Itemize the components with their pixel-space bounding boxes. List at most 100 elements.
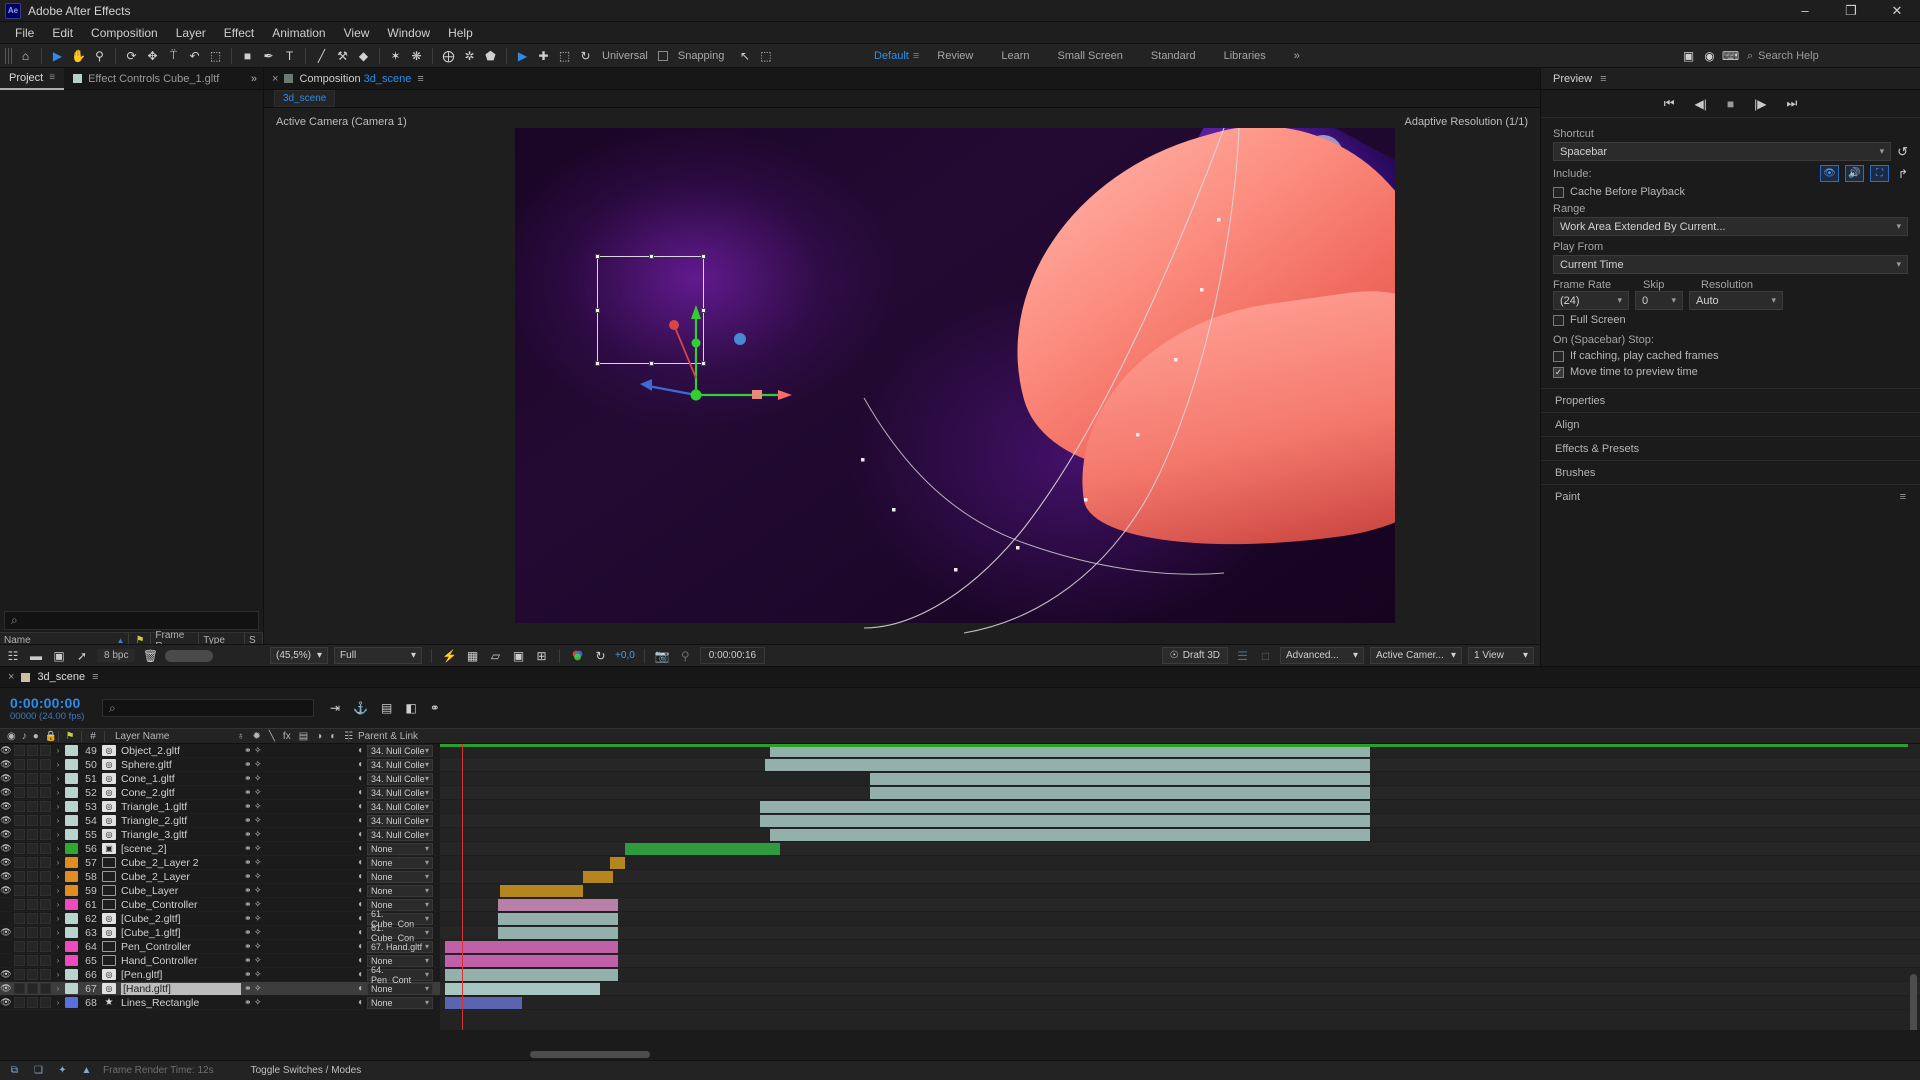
parent-select[interactable]: None ▾ [367,996,434,1009]
layer-switches[interactable]: ⚭ ✧ [241,857,353,868]
layer-lock-toggle[interactable] [40,815,51,826]
layer-lock-toggle[interactable] [40,997,51,1008]
layer-duration-bar[interactable] [765,759,1370,771]
layer-row[interactable]: › 64 Pen_Controller ⚭ ✧ ◖ 67. Hand.gltf ▾ [0,940,440,954]
layer-expand-arrow-icon[interactable]: › [51,844,65,853]
layer-switches[interactable]: ⚭ ✧ [241,997,353,1008]
layer-audio-toggle[interactable] [14,969,25,980]
layer-switches-icon[interactable]: ❑ [31,1063,46,1078]
parent-select[interactable]: 34. Null Colle ▾ [367,772,434,785]
pick-whip-icon[interactable]: ◖ [357,857,363,868]
layer-audio-toggle[interactable] [14,955,25,966]
layer-duration-bar[interactable] [625,843,780,855]
layer-audio-toggle[interactable] [14,927,25,938]
layer-label-color[interactable] [65,969,78,980]
layer-visibility-toggle[interactable]: 👁 [0,745,12,756]
layer-visibility-toggle[interactable]: 👁 [0,787,12,798]
play-from-select[interactable]: Current Time ▾ [1553,255,1908,274]
pick-whip-icon[interactable]: ◖ [357,941,363,952]
layer-row[interactable]: 👁 › 49 ◎ Object_2.gltf ⚭ ✧ ◖ 34. Null Colle ▾ [0,744,440,758]
include-video-button[interactable]: 👁 [1819,165,1839,182]
exposure-value[interactable]: +0,0 [615,650,635,661]
pick-whip-icon[interactable]: ◖ [357,773,363,784]
layer-switches[interactable]: ⚭ ✧ [241,871,353,882]
layer-audio-toggle[interactable] [14,885,25,896]
composition-mini-flowchart-icon[interactable]: ⇥ [330,701,340,715]
layer-lock-toggle[interactable] [40,773,51,784]
layer-name[interactable]: Cube_2_Layer [121,871,241,883]
track-row[interactable] [440,954,1920,968]
brush-tool-icon[interactable]: ╱ [311,45,332,66]
layer-visibility-toggle[interactable]: 👁 [0,983,12,994]
layer-expand-arrow-icon[interactable]: › [51,914,65,923]
layer-switches[interactable]: ⚭ ✧ [241,787,353,798]
layer-parent-link[interactable]: ◖ None ▾ [353,870,434,883]
toggle-view-layout-icon[interactable]: ☰ [1234,647,1251,664]
layer-switches[interactable]: ⚭ ✧ [241,843,353,854]
layer-label-color[interactable] [65,857,78,868]
layer-lock-toggle[interactable] [40,941,51,952]
layer-duration-bar[interactable] [610,857,625,869]
layer-list[interactable]: 👁 › 49 ◎ Object_2.gltf ⚭ ✧ ◖ 34. Null Colle ▾ 👁 › 5… [0,744,440,1030]
layer-name[interactable]: [Cube_2.gltf] [121,913,241,925]
track-row[interactable] [440,968,1920,982]
layer-parent-link[interactable]: ◖ 34. Null Colle ▾ [353,786,434,799]
graph-editor-icon[interactable]: ⚭ [430,701,440,715]
range-select[interactable]: Work Area Extended By Current... ▾ [1553,217,1908,236]
layer-solo-toggle[interactable] [27,843,38,854]
layer-visibility-toggle[interactable]: 👁 [0,885,12,896]
layer-duration-bar[interactable] [760,801,1370,813]
layer-duration-bar[interactable] [498,913,618,925]
layer-visibility-toggle[interactable]: 👁 [0,997,12,1008]
layer-label-color[interactable] [65,801,78,812]
track-row[interactable] [440,982,1920,996]
camera-view-select[interactable]: Active Camer... ▾ [1370,647,1462,664]
layer-solo-toggle[interactable] [27,815,38,826]
layer-name[interactable]: [Pen.gltf] [121,969,241,981]
snapshot-camera-icon[interactable]: 📷 [654,647,671,664]
selection-handle-top-mid[interactable] [648,254,654,259]
layer-expand-arrow-icon[interactable]: › [51,788,65,797]
layer-name[interactable]: Cone_2.gltf [121,787,241,799]
layer-audio-toggle[interactable] [14,843,25,854]
layer-solo-toggle[interactable] [27,941,38,952]
pick-whip-icon[interactable]: ◖ [357,815,363,826]
layer-solo-toggle[interactable] [27,983,38,994]
anchor-point-tool-icon[interactable]: ⍡ [163,45,184,66]
parent-select[interactable]: 34. Null Colle ▾ [367,744,434,757]
panel-overflow-icon[interactable]: » [251,73,257,85]
draft-3d-button[interactable]: ☉ Draft 3D [1161,647,1228,664]
cache-before-playback-checkbox[interactable]: Cache Before Playback [1553,186,1908,198]
layer-audio-toggle[interactable] [14,871,25,882]
workspace-libraries[interactable]: Libraries [1210,44,1280,68]
toggle-switches-modes-button[interactable]: Toggle Switches / Modes [251,1065,362,1076]
pick-whip-icon[interactable]: ◖ [357,843,363,854]
layer-expand-arrow-icon[interactable]: › [51,830,65,839]
parent-select[interactable]: 67. Hand.gltf ▾ [367,940,434,953]
menu-composition[interactable]: Composition [82,24,167,42]
layer-lock-toggle[interactable] [40,955,51,966]
selection-handle-mid-left[interactable] [595,308,600,313]
layer-parent-link[interactable]: ◖ 34. Null Colle ▾ [353,744,434,757]
layer-label-color[interactable] [65,983,78,994]
pick-whip-icon[interactable]: ◖ [357,997,363,1008]
track-row[interactable] [440,996,1920,1010]
layer-switches[interactable]: ⚭ ✧ [241,773,353,784]
interpret-footage-icon[interactable]: ☷ [5,648,21,664]
layer-row[interactable]: 👁 › 66 ◎ [Pen.gltf] ⚭ ✧ ◖ 64. Pen_Cont ▾ [0,965,440,985]
layer-duration-bar[interactable] [760,815,1370,827]
layer-duration-bar[interactable] [498,927,618,939]
layer-lock-toggle[interactable] [40,787,51,798]
track-row[interactable] [440,828,1920,842]
layer-name[interactable]: [Hand.gltf] [121,982,241,995]
layer-row[interactable]: 👁 › 68 ★ Lines_Rectangle ⚭ ✧ ◖ None ▾ [0,996,440,1010]
layer-solo-toggle[interactable] [27,913,38,924]
minimize-button[interactable]: – [1782,0,1828,21]
region-of-interest-icon[interactable]: ▣ [510,647,527,664]
camera-icon[interactable]: ▣ [1678,46,1699,67]
layer-audio-toggle[interactable] [14,857,25,868]
layer-lock-toggle[interactable] [40,927,51,938]
parent-select[interactable]: None ▾ [367,842,434,855]
bounding-box-icon[interactable]: ⬚ [755,45,776,66]
layer-parent-link[interactable]: ◖ 34. Null Colle ▾ [353,800,434,813]
